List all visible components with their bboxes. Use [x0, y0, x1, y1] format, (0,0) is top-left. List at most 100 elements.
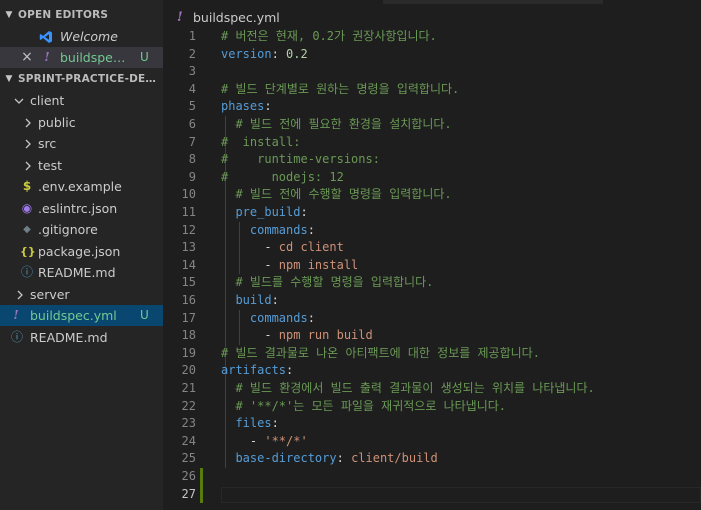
tree-file-env-example[interactable]: $ .env.example [0, 176, 163, 197]
chevron-down-icon [12, 90, 26, 111]
close-icon[interactable]: × [20, 47, 34, 68]
token-text: : [264, 99, 272, 114]
code-line[interactable]: # 빌드 환경에서 빌드 출력 결과물이 생성되는 위치를 나타냅니다. [221, 380, 595, 398]
code-line[interactable]: # runtime-versions: [221, 151, 380, 169]
line-number: 27 [181, 486, 196, 501]
tree-item-label: client [30, 93, 65, 108]
tree-item-label: package.json [38, 244, 121, 259]
open-editor-welcome[interactable]: Welcome [0, 26, 163, 47]
tree-file-package-json[interactable]: {} package.json [0, 241, 163, 262]
code-line[interactable]: - cd client [221, 239, 344, 257]
token-text: : [286, 363, 294, 378]
code-line[interactable]: # 빌드 결과물로 나온 아티팩트에 대한 정보를 제공합니다. [221, 345, 540, 363]
yaml-icon: ! [13, 308, 19, 322]
editor-pane[interactable]: ! buildspec.yml 1 # 버전은 현재, 0.2가 권장사항입니다.… [163, 0, 701, 510]
code-line[interactable]: - '**/*' [221, 433, 308, 451]
tree-item-label: public [38, 115, 76, 130]
yaml-icon: ! [177, 10, 183, 25]
code-line[interactable]: commands: [221, 310, 315, 328]
token-str: cd client [278, 240, 344, 255]
vscode-window: ▼ OPEN EDITORS Welcome × ! buildspec.y..… [0, 0, 701, 510]
token-text: : [307, 310, 315, 325]
code-line[interactable]: artifacts: [221, 362, 293, 380]
line-number: 20 [181, 363, 196, 378]
json-icon: {} [20, 245, 36, 258]
token-comment: # 버전은 현재, 0.2가 권장사항입니다. [221, 29, 437, 43]
token-comment: # 빌드 단계별로 원하는 명령을 입력합니다. [221, 81, 460, 96]
code-line[interactable]: # 빌드를 수행할 명령을 입력합니다. [221, 274, 433, 292]
code-line[interactable]: build: [221, 292, 278, 310]
code-line[interactable]: phases: [221, 98, 272, 116]
token-key: build [235, 293, 272, 307]
tree-item-label: server [30, 287, 70, 302]
token-text: - [221, 328, 279, 343]
tree-folder-public[interactable]: public [0, 112, 163, 133]
tree-file-buildspec[interactable]: ! buildspec.yml U [0, 305, 163, 326]
project-folder-header[interactable]: ▼ SPRINT-PRACTICE-DEPLOY... [0, 69, 163, 90]
tree-file-readme-root[interactable]: ⓘ README.md [0, 327, 163, 348]
code-area[interactable]: 1 # 버전은 현재, 0.2가 권장사항입니다. 2 version: 0.2 3 4 #… [163, 28, 701, 510]
chevron-right-icon [14, 284, 26, 305]
line-number: 25 [181, 451, 196, 466]
token-text: : [336, 451, 352, 466]
code-line[interactable]: # nodejs: 12 [221, 169, 344, 187]
line-number: 8 [188, 152, 196, 167]
line-number: 4 [188, 81, 196, 96]
token-comment: # 빌드 결과물로 나온 아티팩트에 대한 정보를 제공합니다. [221, 345, 540, 360]
token-comment: # install: [221, 134, 301, 149]
tree-item-label: .eslintrc.json [38, 201, 118, 216]
tree-folder-client[interactable]: client [0, 90, 163, 111]
tree-file-gitignore[interactable]: ◆ .gitignore [0, 219, 163, 240]
tree-folder-test[interactable]: test [0, 155, 163, 176]
tree-file-eslintrc[interactable]: ◉ .eslintrc.json [0, 198, 163, 219]
tree-folder-src[interactable]: src [0, 133, 163, 154]
code-line[interactable]: # '**/*'는 모든 파일을 재귀적으로 나타냅니다. [221, 398, 506, 416]
token-text: - [221, 433, 265, 448]
open-editors-header[interactable]: ▼ OPEN EDITORS [0, 5, 163, 26]
code-line[interactable]: # 빌드 단계별로 원하는 명령을 입력합니다. [221, 81, 459, 99]
token-comment: # nodejs: 12 [221, 169, 344, 184]
code-line[interactable]: - npm run build [221, 327, 372, 345]
code-line[interactable]: base-directory: client/build [221, 450, 437, 468]
token-key: phases [221, 99, 265, 114]
scroll-shadow [383, 0, 603, 4]
line-number: 24 [181, 433, 196, 448]
code-line[interactable]: # 빌드 전에 수행할 명령을 입력합니다. [221, 186, 451, 204]
token-text: : [300, 205, 308, 219]
open-editor-buildspec[interactable]: × ! buildspec.y... U [0, 47, 163, 68]
current-line-highlight [221, 486, 701, 503]
code-line[interactable]: files: [221, 415, 278, 433]
open-editor-label: Welcome [60, 29, 118, 44]
code-line[interactable]: # 빌드 전에 필요한 환경을 설치합니다. [221, 116, 451, 134]
token-text: - [221, 240, 279, 255]
dollar-icon: $ [22, 179, 32, 193]
breadcrumb-file[interactable]: buildspec.yml [193, 10, 280, 25]
git-added-gutter-marker [200, 468, 203, 504]
code-line[interactable]: # 버전은 현재, 0.2가 권장사항입니다. [221, 28, 437, 46]
tree-folder-server[interactable]: server [0, 284, 163, 305]
code-line[interactable]: - npm install [221, 257, 358, 275]
line-number: 5 [188, 99, 196, 114]
tree-item-label: README.md [38, 265, 116, 280]
line-number: 23 [181, 416, 196, 431]
project-folder-title: SPRINT-PRACTICE-DEPLOY... [18, 73, 163, 85]
code-line[interactable]: version: 0.2 [221, 46, 308, 64]
vscode-logo-icon [38, 26, 54, 47]
line-number: 19 [181, 345, 196, 360]
code-line[interactable]: # install: [221, 134, 300, 152]
token-key: commands [249, 310, 308, 325]
tree-item-label: .gitignore [38, 222, 98, 237]
code-line[interactable]: pre_build: [221, 204, 308, 222]
info-icon: ⓘ [10, 330, 23, 344]
code-line[interactable]: commands: [221, 222, 315, 240]
token-comment: # 빌드 환경에서 빌드 출력 결과물이 생성되는 위치를 나타냅니다. [235, 381, 595, 395]
tree-file-readme-client[interactable]: ⓘ README.md [0, 262, 163, 283]
token-key: commands [249, 222, 308, 237]
chevron-down-icon: ▼ [5, 74, 13, 84]
